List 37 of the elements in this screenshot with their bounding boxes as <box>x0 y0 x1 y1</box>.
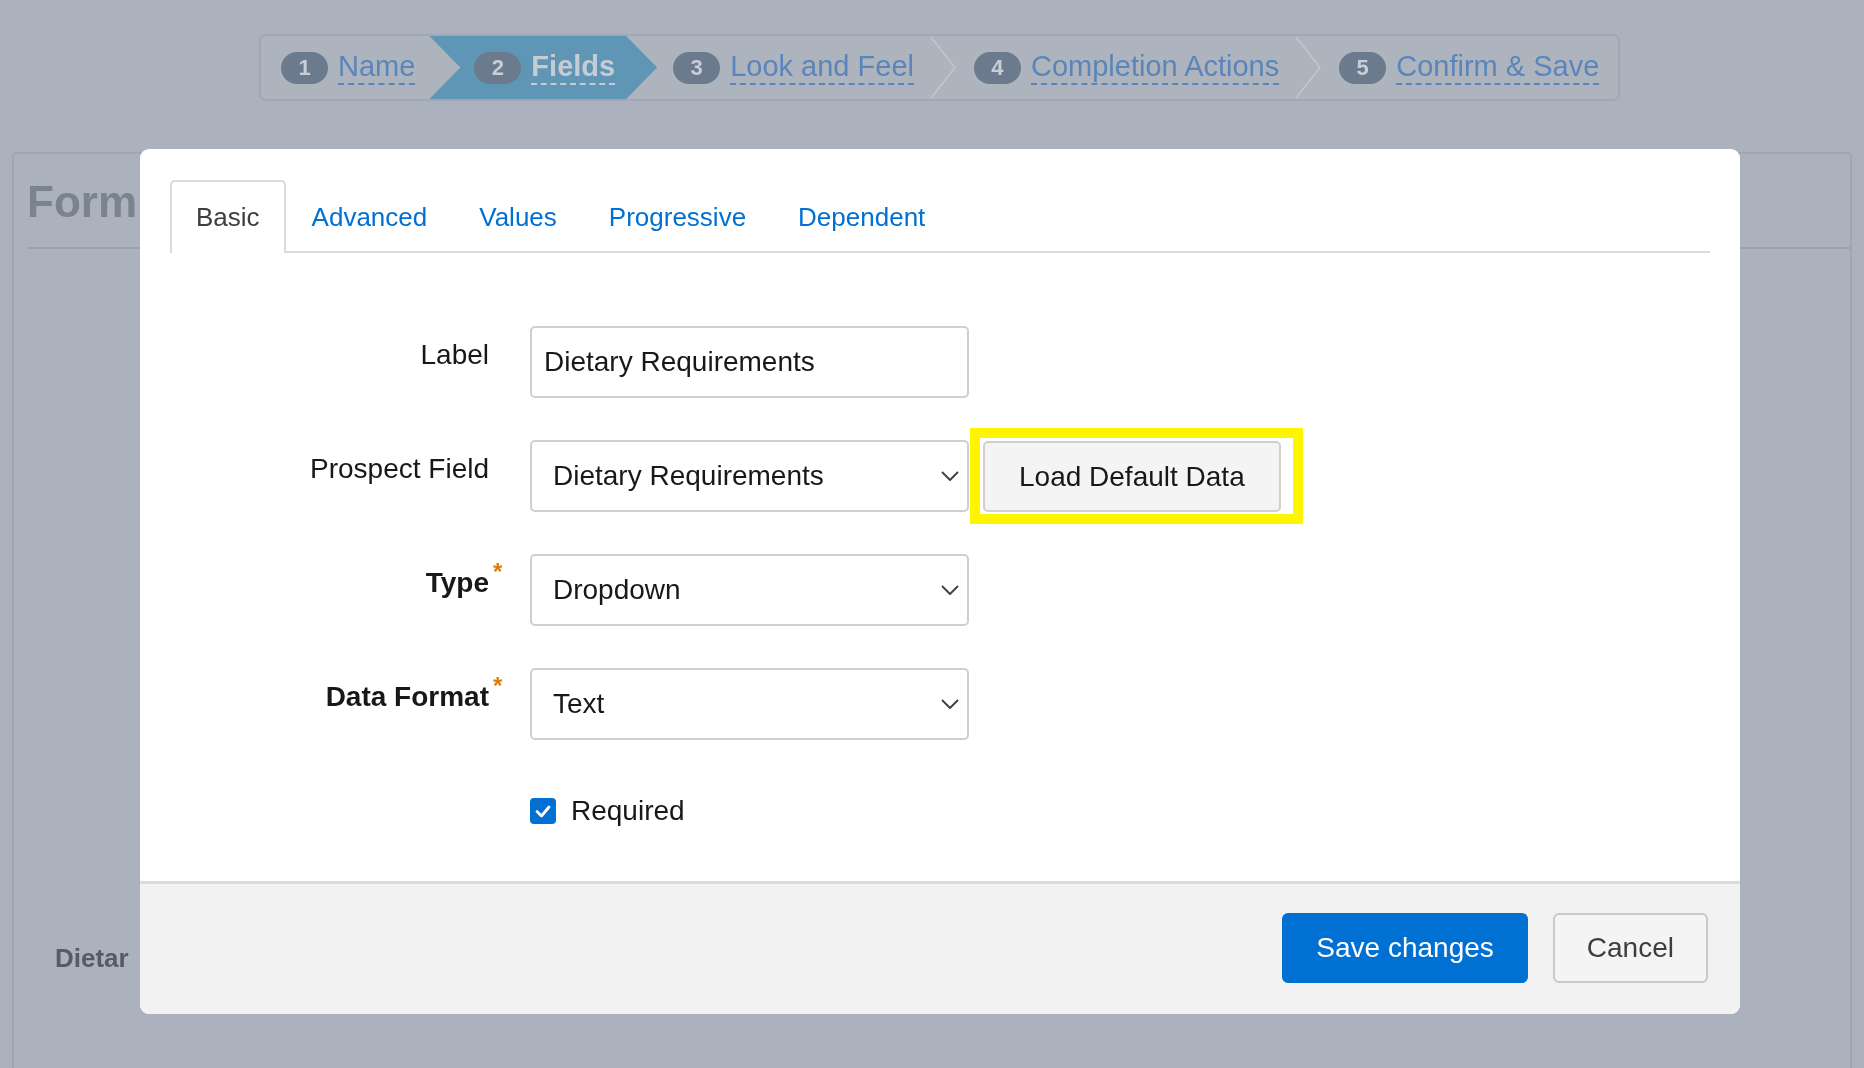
tab[interactable]: Values <box>453 180 583 253</box>
wizard-step[interactable]: 3 Look and Feel <box>657 36 928 99</box>
tab[interactable]: Advanced <box>285 180 454 253</box>
step-number-badge: 2 <box>474 51 522 84</box>
step-number-badge: 5 <box>1339 51 1387 84</box>
chevron-down-icon <box>941 471 959 481</box>
wizard-step[interactable]: 1 Name <box>261 36 430 99</box>
chevron-down-icon <box>941 585 959 595</box>
save-button[interactable]: Save changes <box>1282 913 1528 983</box>
cancel-button[interactable]: Cancel <box>1552 913 1708 983</box>
step-number-badge: 4 <box>974 51 1021 84</box>
step-number-badge: 1 <box>281 51 328 84</box>
checkmark-icon <box>535 804 551 818</box>
checkbox[interactable] <box>530 798 556 824</box>
field-label: Type <box>425 566 489 600</box>
required-mark: * <box>493 674 503 698</box>
form-field-label: Dietar <box>55 943 129 973</box>
wizard-step[interactable]: 5 Confirm & Save <box>1323 36 1614 99</box>
wizard-step[interactable]: 4 Completion Actions <box>958 36 1294 99</box>
field-label: Data Format <box>325 680 489 714</box>
default-data-button[interactable]: Load Default Data <box>983 441 1281 512</box>
checkbox-label: Required <box>571 796 685 826</box>
step-number-badge: 3 <box>673 51 721 84</box>
tab[interactable]: Basic <box>170 180 286 253</box>
text-field[interactable]: Dietary Requirements <box>530 326 969 398</box>
step-separator <box>1293 36 1324 99</box>
wizard-step[interactable]: 2 Fields <box>429 36 658 99</box>
dropdown[interactable]: Dropdown <box>530 554 969 626</box>
tab[interactable]: Dependent <box>772 180 952 253</box>
dropdown[interactable]: Dietary Requirements <box>530 440 969 512</box>
required-mark: * <box>493 560 503 584</box>
field-label: Prospect Field <box>310 452 489 486</box>
field-label: Label <box>420 338 489 372</box>
chevron-down-icon <box>941 699 959 709</box>
tab[interactable]: Progressive <box>582 180 773 253</box>
dropdown[interactable]: Text <box>530 668 969 740</box>
step-separator <box>928 36 958 99</box>
